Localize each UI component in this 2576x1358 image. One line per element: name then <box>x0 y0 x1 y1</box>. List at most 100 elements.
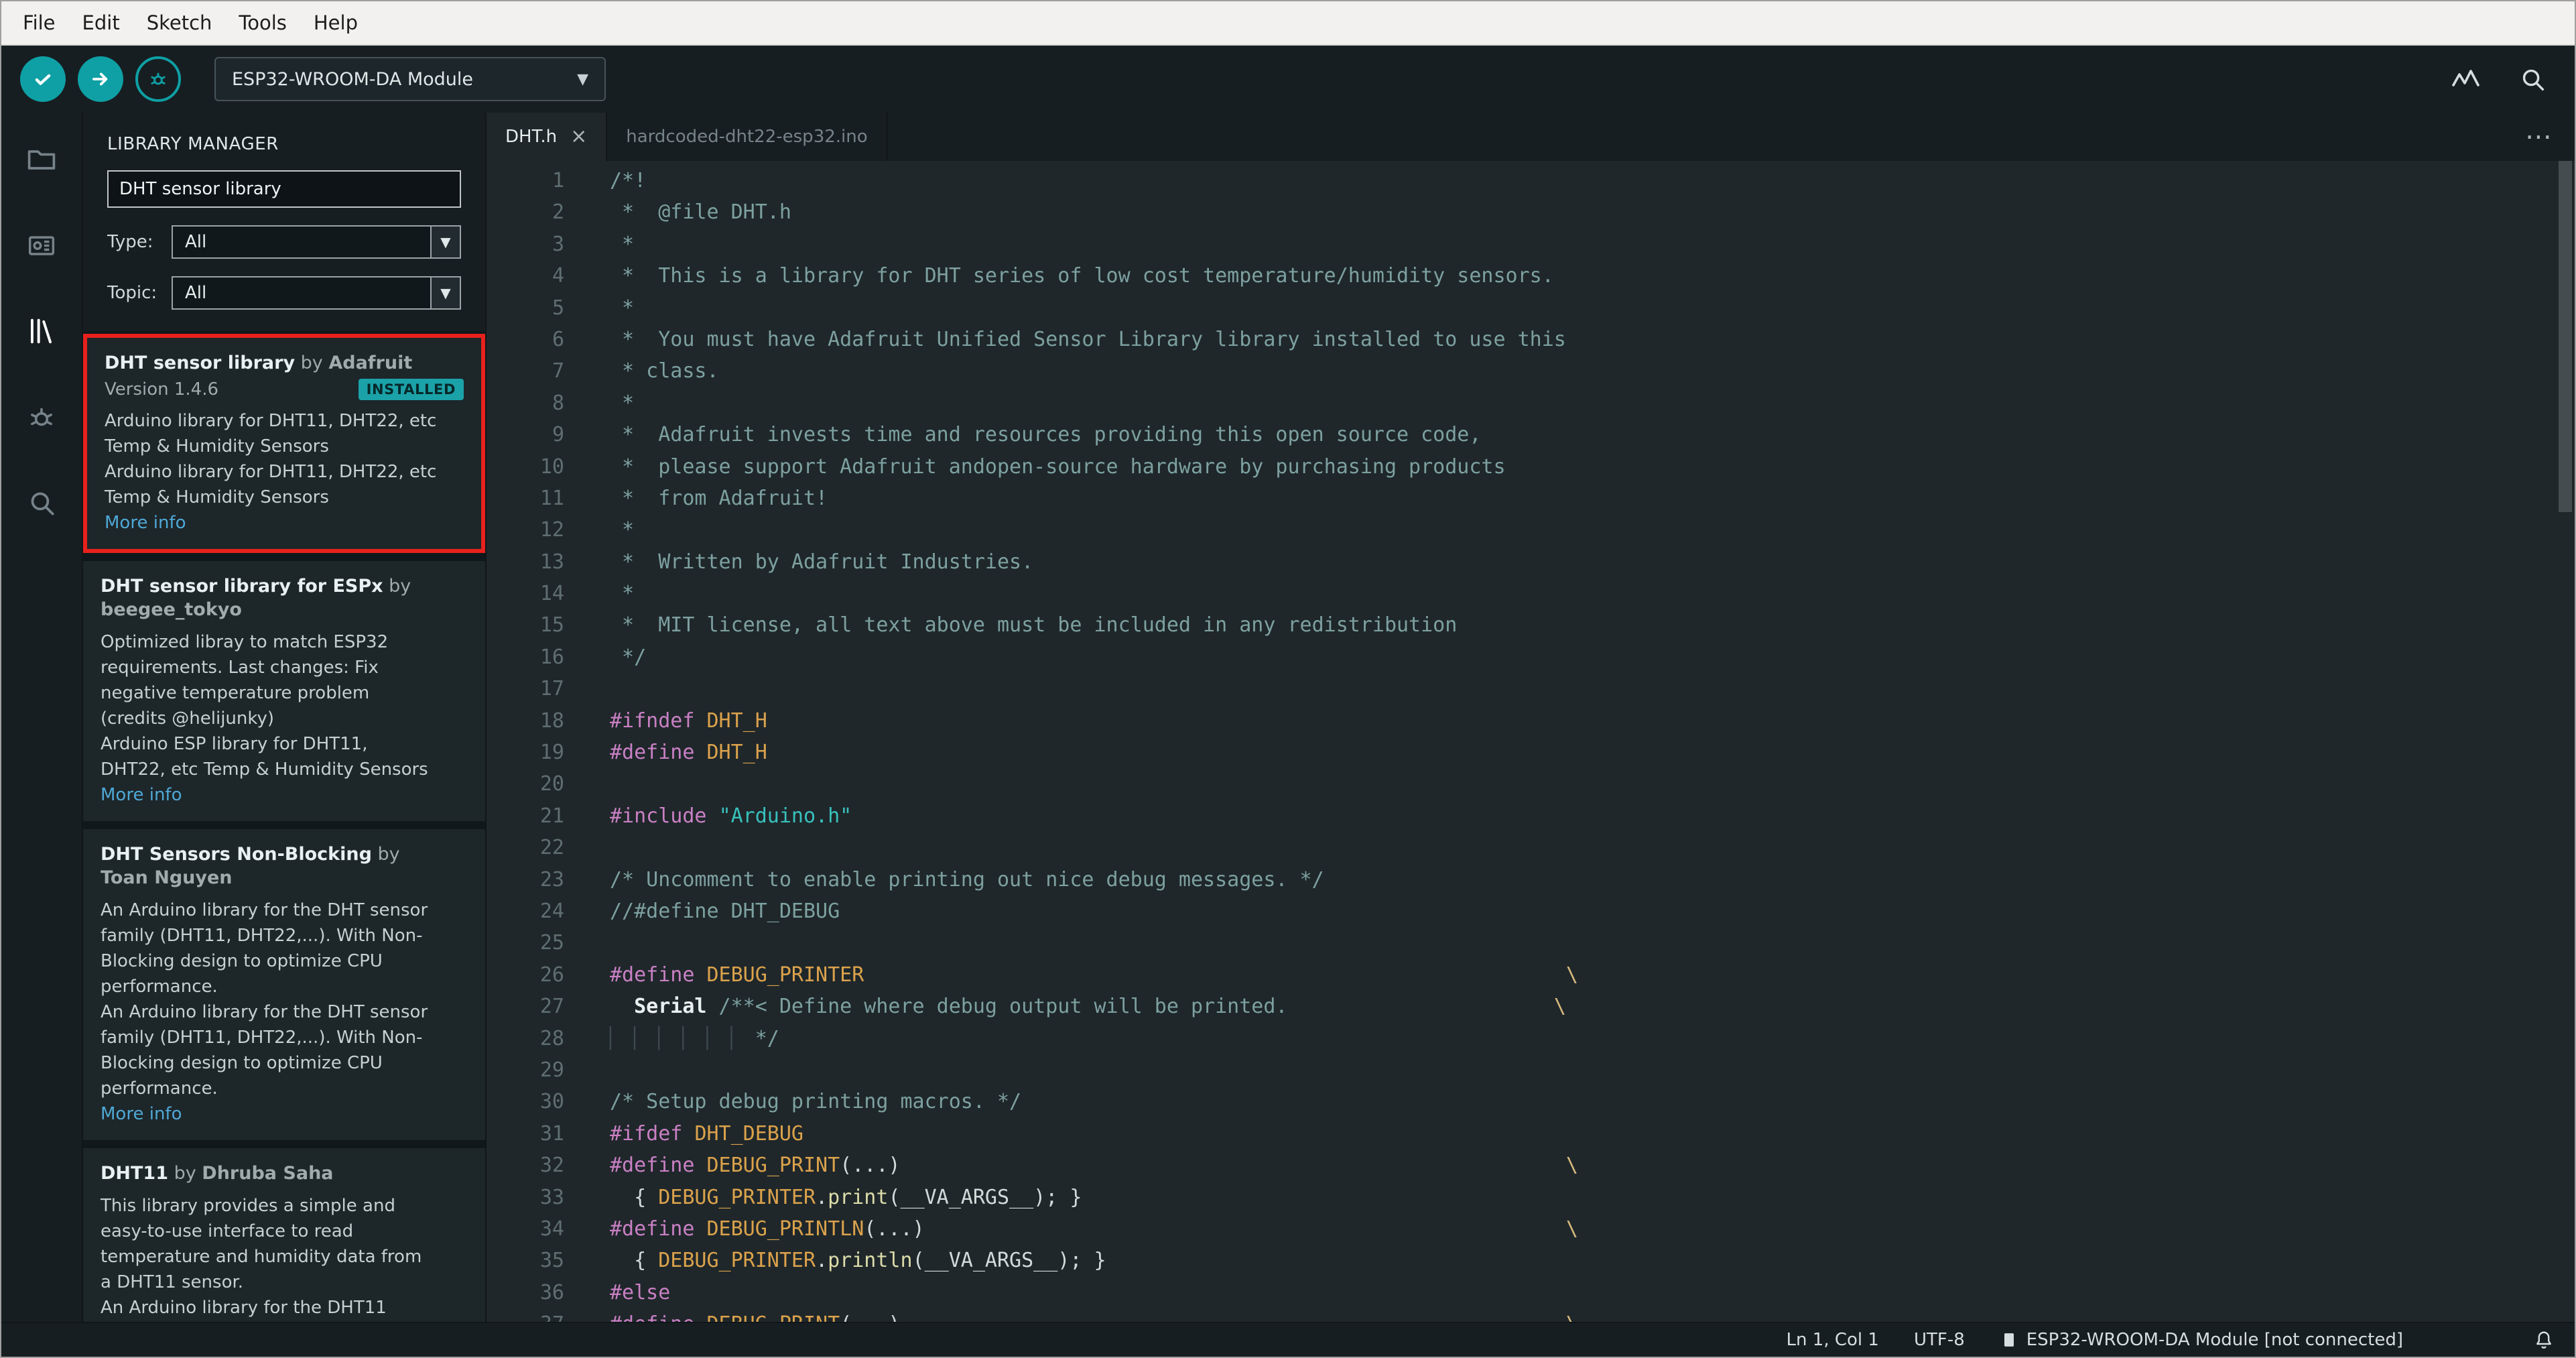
line-number: 30 <box>539 1090 564 1114</box>
line-number: 11 <box>539 486 564 510</box>
code-line[interactable]: 10 * please support Adafruit andopen-sou… <box>487 451 2575 483</box>
close-tab-icon[interactable]: × <box>570 127 587 147</box>
code-text: * <box>610 296 635 320</box>
code-line[interactable]: 33 { DEBUG_PRINTER.print(__VA_ARGS__); } <box>487 1182 2575 1213</box>
code-line[interactable]: 29 <box>487 1054 2575 1086</box>
menu-help[interactable]: Help <box>300 1 371 44</box>
activity-debugger-button[interactable] <box>21 397 62 437</box>
more-info-link[interactable]: More info <box>105 513 464 533</box>
library-item[interactable]: DHT sensor library by Adafruit Version 1.… <box>83 334 485 553</box>
library-item[interactable]: DHT11 by Dhruba Saha This library provide… <box>83 1148 485 1322</box>
code-line[interactable]: 22 <box>487 832 2575 863</box>
code-text: /* Uncomment to enable printing out nice… <box>610 867 1324 891</box>
code-line[interactable]: 30 /* Setup debug printing macros. */ <box>487 1086 2575 1117</box>
code-line[interactable]: 31 #ifdef DHT_DEBUG <box>487 1118 2575 1150</box>
code-text: #ifndef DHT_H <box>610 708 767 733</box>
code-line[interactable]: 28 ▏ ▏ ▏ ▏ ▏ ▏ */ <box>487 1023 2575 1054</box>
encoding-indicator[interactable]: UTF-8 <box>1914 1330 1965 1350</box>
editor-tab[interactable]: DHT.h × <box>487 113 608 161</box>
activity-sketchbook-button[interactable] <box>21 139 62 180</box>
code-line[interactable]: 3 * <box>487 229 2575 260</box>
code-text: * <box>610 232 635 256</box>
more-info-link[interactable]: More info <box>101 1104 468 1124</box>
code-line[interactable]: 17 <box>487 673 2575 704</box>
filter-select-type[interactable]: All ▼ <box>172 225 461 259</box>
line-number: 16 <box>539 645 564 669</box>
notifications-bell-icon[interactable] <box>2532 1328 2556 1352</box>
code-text: #define DEBUG_PRINT(...) \ <box>610 1308 1578 1322</box>
library-description-line: This library provides a simple and easy-… <box>101 1196 422 1292</box>
code-line[interactable]: 14 * <box>487 578 2575 609</box>
activity-search-button[interactable] <box>21 483 62 523</box>
code-editor[interactable]: 1/*! 2 * @file DHT.h 3 * 4 * This is a libr… <box>487 161 2575 1322</box>
code-line[interactable]: 16 */ <box>487 641 2575 673</box>
code-line[interactable]: 26 #define DEBUG_PRINTER \ <box>487 959 2575 991</box>
code-lines: 1/*! 2 * @file DHT.h 3 * 4 * This is a libr… <box>487 165 2575 1322</box>
serial-monitor-icon[interactable] <box>2517 64 2548 95</box>
menu-sketch[interactable]: Sketch <box>133 1 226 44</box>
library-item[interactable]: DHT Sensors Non-Blocking by Toan Nguyen A… <box>83 829 485 1140</box>
line-number: 8 <box>552 391 564 415</box>
library-version-row: Version 1.4.6 INSTALLED <box>105 379 464 400</box>
code-line[interactable]: 12 * <box>487 514 2575 546</box>
code-line[interactable]: 25 <box>487 927 2575 959</box>
library-search-input[interactable] <box>107 170 461 208</box>
menu-edit[interactable]: Edit <box>69 1 133 44</box>
code-line[interactable]: 15 * MIT license, all text above must be… <box>487 609 2575 641</box>
code-line[interactable]: 32 #define DEBUG_PRINT(...) \ <box>487 1150 2575 1181</box>
filter-select-topic[interactable]: All ▼ <box>172 276 461 310</box>
code-text: { DEBUG_PRINTER.println(__VA_ARGS__); } <box>610 1249 1106 1273</box>
code-line[interactable]: 19 #define DHT_H <box>487 737 2575 768</box>
verify-button[interactable] <box>20 56 66 102</box>
library-author: Adafruit <box>328 353 413 373</box>
board-connection-status[interactable]: ESP32-WROOM-DA Module [not connected] <box>2000 1330 2403 1350</box>
code-text: * MIT license, all text above must be in… <box>610 613 1458 637</box>
activity-library-manager-button[interactable] <box>21 311 62 351</box>
line-number: 36 <box>539 1280 564 1304</box>
code-line[interactable]: 5 * <box>487 292 2575 324</box>
menu-tools[interactable]: Tools <box>225 1 300 44</box>
code-line[interactable]: 34 #define DEBUG_PRINTLN(...) \ <box>487 1213 2575 1245</box>
code-line[interactable]: 2 * @file DHT.h <box>487 196 2575 228</box>
code-line[interactable]: 35 { DEBUG_PRINTER.println(__VA_ARGS__);… <box>487 1245 2575 1276</box>
board-selector-dropdown[interactable]: ESP32-WROOM-DA Module ▼ <box>214 57 606 101</box>
serial-plotter-icon[interactable] <box>2450 63 2482 95</box>
code-line[interactable]: 11 * from Adafruit! <box>487 483 2575 514</box>
code-text: * <box>610 391 635 415</box>
vertical-scrollbar[interactable] <box>2559 161 2572 512</box>
library-item[interactable]: DHT sensor library for ESPx by beegee_to… <box>83 561 485 821</box>
menu-file[interactable]: File <box>9 1 69 44</box>
debug-button[interactable] <box>135 56 181 102</box>
more-info-link[interactable]: More info <box>101 785 468 805</box>
code-line[interactable]: 1 /*! <box>487 165 2575 196</box>
activity-boards-manager-button[interactable] <box>21 225 62 265</box>
code-line[interactable]: 4 * This is a library for DHT series of … <box>487 260 2575 292</box>
code-line[interactable]: 9 * Adafruit invests time and resources … <box>487 419 2575 450</box>
code-line[interactable]: 36 #else <box>487 1277 2575 1308</box>
cursor-position[interactable]: Ln 1, Col 1 <box>1787 1330 1879 1350</box>
line-number: 25 <box>539 931 564 955</box>
installed-badge: INSTALLED <box>358 379 464 400</box>
check-icon <box>29 66 56 92</box>
more-actions-button[interactable]: ⋯ <box>2525 113 2553 161</box>
code-text: #define DEBUG_PRINTER \ <box>610 963 1578 987</box>
line-number: 32 <box>539 1154 564 1178</box>
code-line[interactable]: 13 * Written by Adafruit Industries. <box>487 546 2575 578</box>
selected-value: All <box>185 232 207 252</box>
code-line[interactable]: 18 #ifndef DHT_H <box>487 705 2575 737</box>
library-name: DHT11 <box>101 1163 168 1184</box>
code-line[interactable]: 27 Serial /**< Define where debug output… <box>487 991 2575 1022</box>
editor-tab[interactable]: hardcoded-dht22-esp32.ino <box>607 113 888 161</box>
code-line[interactable]: 24 //#define DHT_DEBUG <box>487 896 2575 927</box>
code-line[interactable]: 21 #include "Arduino.h" <box>487 800 2575 832</box>
library-by-label: by <box>295 353 329 373</box>
upload-button[interactable] <box>78 56 123 102</box>
code-line[interactable]: 8 * <box>487 387 2575 419</box>
code-line[interactable]: 6 * You must have Adafruit Unified Senso… <box>487 324 2575 355</box>
code-line[interactable]: 20 <box>487 768 2575 800</box>
code-text: #define DHT_H <box>610 741 767 765</box>
line-number: 18 <box>539 708 564 733</box>
code-line[interactable]: 23 /* Uncomment to enable printing out ni… <box>487 864 2575 896</box>
code-line[interactable]: 37 #define DEBUG_PRINT(...) \ <box>487 1308 2575 1322</box>
code-line[interactable]: 7 * class. <box>487 355 2575 387</box>
